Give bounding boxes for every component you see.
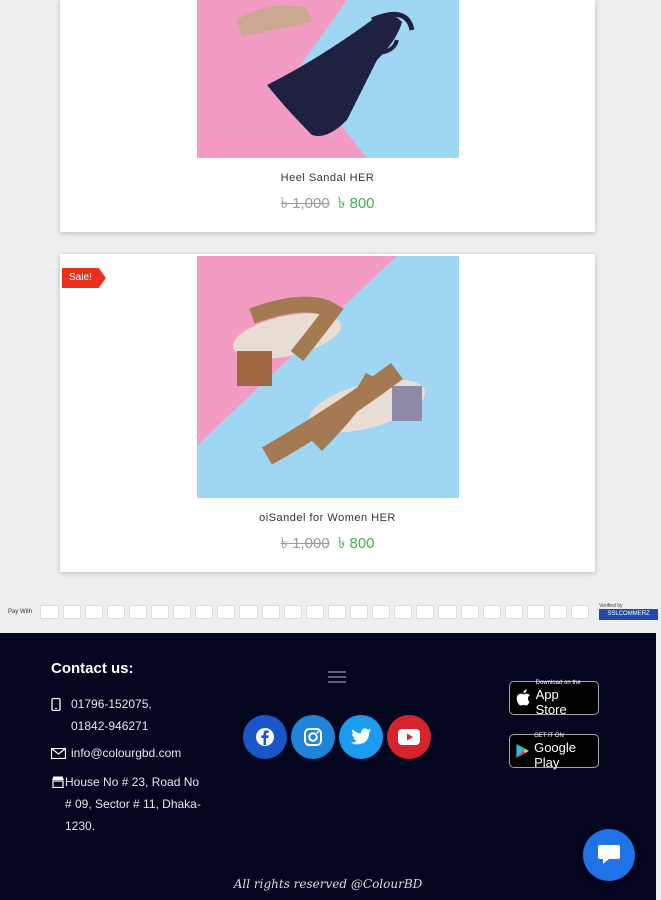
app-store-caption: Download on the <box>535 680 581 686</box>
bank-card-icon <box>217 605 236 619</box>
copyright-bar: All rights reserved @ColourBD <box>0 868 656 900</box>
sslcommerz-badge: Verified by SSLCOMMERZ <box>599 603 658 621</box>
contact-address: House No # 23, Road No # 09, Sector # 11… <box>51 771 201 837</box>
bank-card-icon <box>327 605 346 619</box>
old-price: ৳ 1,000 <box>280 535 330 552</box>
twitter-button[interactable] <box>339 715 383 759</box>
instagram-icon <box>304 728 322 746</box>
bank-card-icon <box>261 605 280 619</box>
payment-methods-strip: Pay With Verified by SSLCOMMERZ <box>8 599 658 625</box>
amex-icon <box>84 605 103 619</box>
mobile-wallet-icon <box>460 605 479 619</box>
product-image[interactable] <box>197 256 459 498</box>
sale-badge: Sale! <box>62 268 106 288</box>
bank-card-icon <box>128 605 147 619</box>
app-store-title: App Store <box>535 687 567 717</box>
jcb-icon <box>106 605 125 619</box>
bank-card-icon <box>150 605 170 619</box>
phone-icon <box>51 693 71 715</box>
bank-card-icon <box>173 605 192 619</box>
phone-number[interactable]: 01842-946271 <box>71 715 152 737</box>
sale-price: ৳ 800 <box>337 195 375 212</box>
bank-card-icon <box>394 605 413 619</box>
mobile-wallet-icon <box>416 605 435 619</box>
mobile-wallet-icon <box>438 605 457 619</box>
google-play-title: Google Play <box>534 740 576 770</box>
store-icon <box>51 771 65 793</box>
product-card[interactable]: Heel Sandal HER ৳ 1,000 ৳ 800 <box>60 0 595 232</box>
product-image[interactable] <box>197 0 459 158</box>
youtube-button[interactable] <box>387 715 431 759</box>
google-play-badge[interactable]: GET IT ON Google Play <box>509 733 599 770</box>
product-card[interactable]: Sale! oiSandel for Women HER ৳ 1,000 ৳ 8… <box>60 254 595 572</box>
bank-card-icon <box>283 605 302 619</box>
site-footer: Contact us: 01796-152075, 01842-946271 i… <box>0 633 656 868</box>
contact-email: info@colourgbd.com <box>51 742 181 764</box>
product-name[interactable]: oiSandel for Women HER <box>60 512 595 524</box>
mobile-wallet-icon <box>548 605 568 619</box>
visa-icon <box>40 605 59 619</box>
phone-number[interactable]: 01796-152075, <box>71 693 152 715</box>
bank-card-icon <box>305 605 324 619</box>
email-link[interactable]: info@colourgbd.com <box>71 742 181 764</box>
facebook-button[interactable] <box>243 715 287 759</box>
hamburger-menu-icon[interactable] <box>328 671 346 686</box>
bank-card-icon <box>372 605 391 619</box>
chat-button[interactable] <box>583 829 635 881</box>
bank-card-icon <box>349 605 369 619</box>
youtube-icon <box>398 729 420 745</box>
product-price: ৳ 1,000 ৳ 800 <box>60 192 595 217</box>
mobile-wallet-icon <box>526 605 545 619</box>
apple-icon <box>516 689 530 706</box>
bank-card-icon <box>195 605 214 619</box>
chat-bubble-icon <box>598 845 620 864</box>
mobile-wallet-icon <box>571 605 590 619</box>
old-price: ৳ 1,000 <box>280 195 330 212</box>
address-text: House No # 23, Road No # 09, Sector # 11… <box>65 775 201 833</box>
app-store-badge[interactable]: Download on the App Store <box>509 680 599 717</box>
facebook-icon <box>256 728 274 746</box>
instagram-button[interactable] <box>291 715 335 759</box>
google-play-icon <box>516 744 529 758</box>
envelope-icon <box>51 742 71 764</box>
twitter-icon <box>350 728 371 745</box>
sslcommerz-logo: SSLCOMMERZ <box>599 609 658 620</box>
mobile-wallet-icon <box>482 605 501 619</box>
product-name[interactable]: Heel Sandal HER <box>60 172 595 184</box>
contact-phone: 01796-152075, 01842-946271 <box>51 693 152 737</box>
sale-price: ৳ 800 <box>337 535 375 552</box>
mastercard-icon <box>62 605 81 619</box>
product-price: ৳ 1,000 ৳ 800 <box>60 532 595 557</box>
bank-card-icon <box>239 605 258 619</box>
pay-with-label: Pay With <box>8 609 33 615</box>
mobile-wallet-icon <box>504 605 523 619</box>
contact-title: Contact us: <box>51 660 134 677</box>
google-play-caption: GET IT ON <box>534 733 564 739</box>
